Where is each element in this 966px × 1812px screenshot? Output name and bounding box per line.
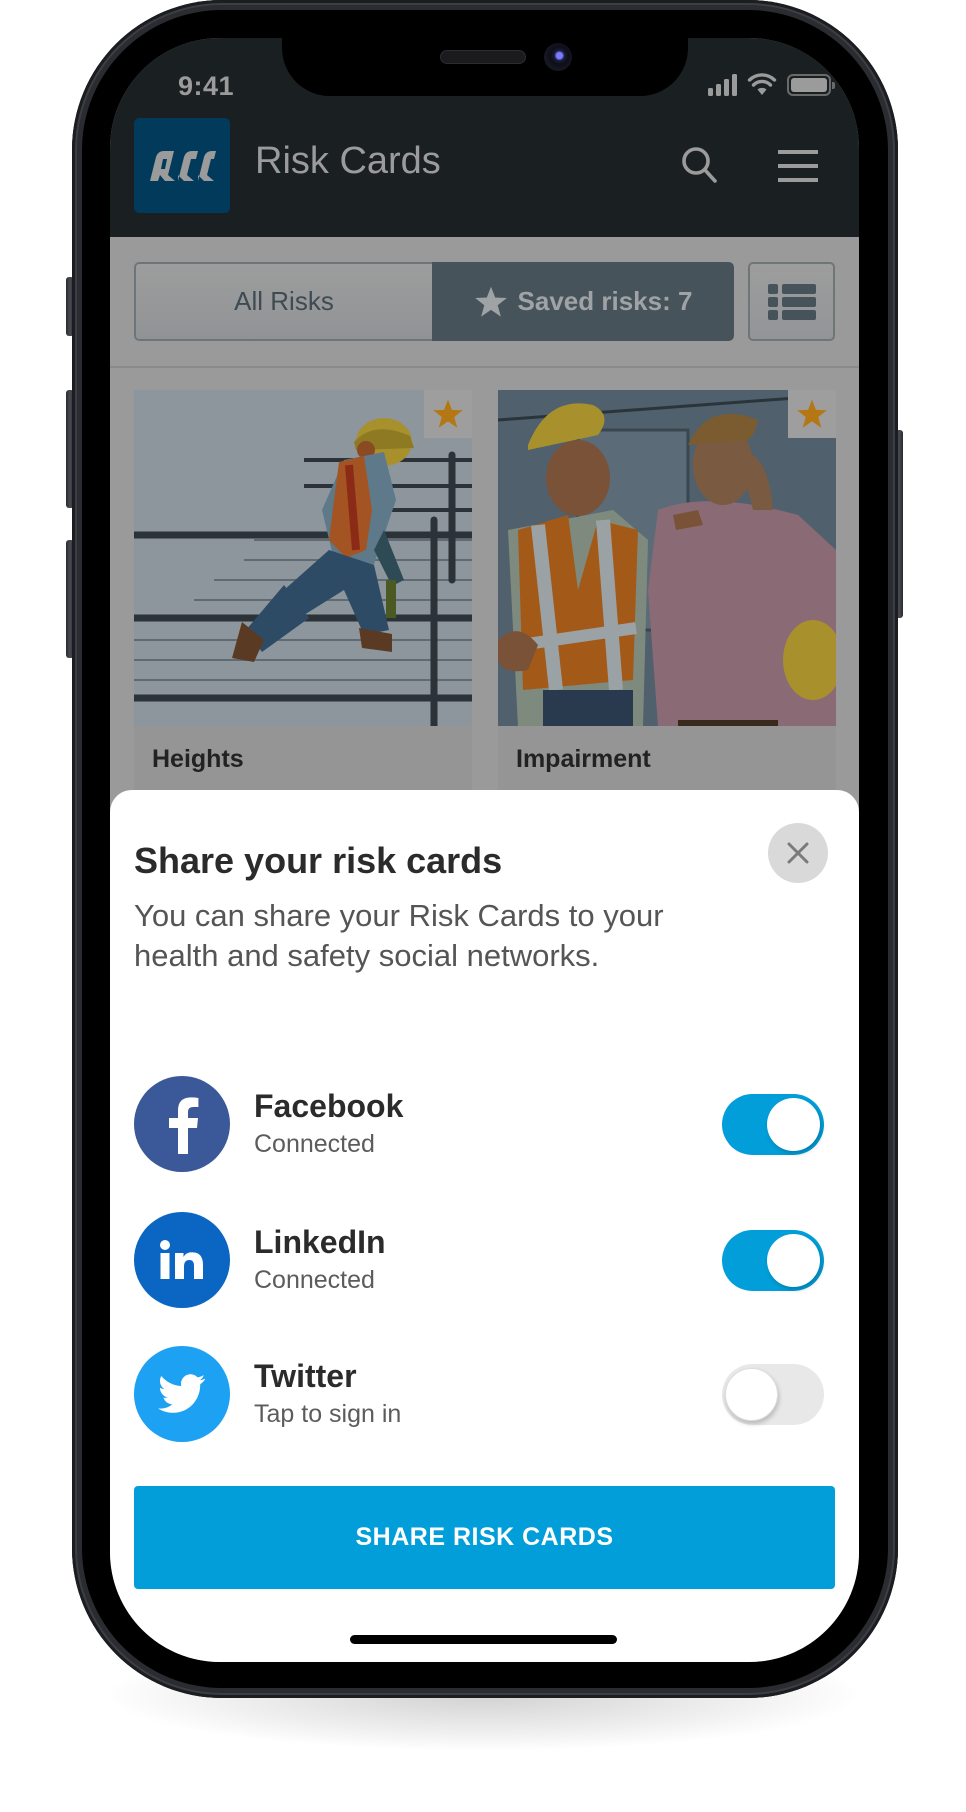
list-view-button[interactable] bbox=[748, 262, 835, 341]
saved-star-badge[interactable] bbox=[788, 390, 836, 438]
list-view-icon bbox=[767, 283, 816, 320]
star-icon bbox=[433, 399, 463, 428]
app-header: 9:41 Risk Cards bbox=[110, 38, 859, 237]
acc-logo[interactable] bbox=[134, 118, 230, 213]
cellular-signal-icon bbox=[708, 74, 737, 96]
risk-card-image bbox=[498, 390, 836, 726]
acc-logo-mark bbox=[150, 150, 216, 181]
wifi-icon bbox=[747, 73, 777, 95]
network-row-twitter[interactable]: Twitter Tap to sign in bbox=[134, 1346, 834, 1444]
risk-card-impairment[interactable]: Impairment bbox=[498, 390, 836, 810]
section-divider bbox=[110, 366, 859, 368]
worker-at-heights-illustration bbox=[134, 390, 472, 726]
share-sheet-title: Share your risk cards bbox=[134, 840, 503, 881]
speaker-grille bbox=[440, 50, 526, 64]
network-status: Connected bbox=[254, 1130, 375, 1158]
tab-all-risks-label: All Risks bbox=[234, 286, 334, 316]
facebook-icon bbox=[169, 1097, 199, 1154]
share-sheet-description: You can share your Risk Cards to your he… bbox=[134, 898, 664, 973]
close-button[interactable] bbox=[768, 823, 828, 883]
app-title: Risk Cards bbox=[255, 140, 441, 182]
risk-card-image bbox=[134, 390, 472, 726]
risk-filter-tabs: All Risks Saved risks: 7 bbox=[134, 262, 734, 341]
network-status: Tap to sign in bbox=[254, 1400, 402, 1428]
network-row-linkedin[interactable]: LinkedIn Connected bbox=[134, 1212, 834, 1310]
impairment-illustration bbox=[498, 390, 836, 726]
network-name: Twitter bbox=[254, 1358, 357, 1394]
toggle-knob bbox=[767, 1098, 820, 1151]
battery-icon bbox=[787, 74, 835, 96]
linkedin-logo bbox=[134, 1212, 230, 1308]
tab-all-risks[interactable]: All Risks bbox=[134, 262, 432, 341]
phone-screen: 9:41 Risk Cards All Risks Saved risks: 7… bbox=[110, 38, 859, 1662]
home-indicator[interactable] bbox=[350, 1635, 617, 1644]
network-name: LinkedIn bbox=[254, 1224, 386, 1260]
linkedin-icon bbox=[160, 1240, 203, 1279]
network-name: Facebook bbox=[254, 1088, 404, 1124]
star-icon bbox=[474, 286, 507, 317]
hamburger-menu-icon bbox=[778, 150, 818, 154]
twitter-logo bbox=[134, 1346, 230, 1442]
toggle-knob bbox=[725, 1368, 778, 1421]
twitter-toggle[interactable] bbox=[722, 1364, 824, 1425]
share-sheet: Share your risk cards You can share your… bbox=[110, 790, 859, 1662]
facebook-toggle[interactable] bbox=[722, 1094, 824, 1155]
twitter-icon bbox=[158, 1374, 206, 1413]
tab-saved-risks[interactable]: Saved risks: 7 bbox=[432, 262, 734, 341]
hamburger-menu-button[interactable] bbox=[778, 150, 818, 182]
network-row-facebook[interactable]: Facebook Connected bbox=[134, 1076, 834, 1174]
saved-star-badge[interactable] bbox=[424, 390, 472, 438]
toggle-knob bbox=[767, 1234, 820, 1287]
risk-card-title: Impairment bbox=[516, 745, 651, 773]
tab-saved-risks-label: Saved risks: 7 bbox=[517, 286, 693, 316]
network-status: Connected bbox=[254, 1266, 375, 1294]
status-icons bbox=[708, 72, 835, 96]
risk-card-title: Heights bbox=[152, 745, 244, 773]
search-icon bbox=[682, 147, 717, 183]
share-risk-cards-button[interactable]: SHARE RISK CARDS bbox=[134, 1486, 835, 1589]
search-button[interactable] bbox=[678, 144, 722, 188]
star-icon bbox=[797, 399, 827, 428]
facebook-logo bbox=[134, 1076, 230, 1172]
risk-card-heights[interactable]: Heights bbox=[134, 390, 472, 810]
front-camera bbox=[544, 43, 572, 71]
status-time: 9:41 bbox=[178, 71, 235, 101]
close-icon bbox=[787, 842, 809, 864]
linkedin-toggle[interactable] bbox=[722, 1230, 824, 1291]
notch bbox=[282, 38, 688, 96]
